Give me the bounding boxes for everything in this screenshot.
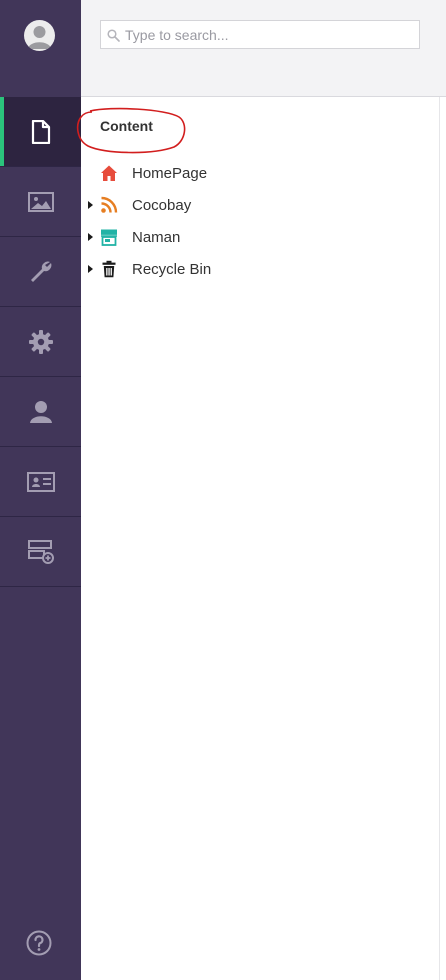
section-users[interactable] <box>0 377 81 447</box>
section-members[interactable] <box>0 447 81 517</box>
section-content[interactable] <box>0 97 81 167</box>
tree-panel-divider <box>439 97 440 980</box>
tree-node-recycle-bin[interactable]: Recycle Bin <box>81 254 439 284</box>
section-media[interactable] <box>0 167 81 237</box>
section-developer[interactable] <box>0 307 81 377</box>
trash-icon <box>102 260 116 278</box>
gear-icon <box>28 329 53 354</box>
tree-node-label: Cocobay <box>132 197 192 214</box>
tree-node-naman[interactable]: Naman <box>81 222 439 252</box>
tree-node-label: Recycle Bin <box>132 261 212 278</box>
store-icon <box>101 229 117 246</box>
user-avatar[interactable] <box>24 20 55 51</box>
document-icon <box>31 119 50 144</box>
avatar-person-icon <box>28 26 51 49</box>
section-sidebar <box>0 0 81 980</box>
tree-title: Content <box>100 118 153 134</box>
tree-node-label: HomePage <box>132 165 208 182</box>
tree-header <box>81 0 446 97</box>
tree-node-cocobay[interactable]: Cocobay <box>81 190 439 220</box>
expand-caret-icon[interactable] <box>88 201 93 209</box>
rss-icon <box>101 196 118 213</box>
tree-node-homepage[interactable]: HomePage <box>81 158 439 188</box>
tree-node-label: Naman <box>132 229 181 246</box>
form-add-icon <box>27 539 54 564</box>
id-card-icon <box>26 471 55 492</box>
expand-caret-icon[interactable] <box>88 265 93 273</box>
section-settings[interactable] <box>0 237 81 307</box>
user-icon <box>29 400 52 423</box>
search-box[interactable] <box>100 20 420 49</box>
search-icon <box>107 29 120 42</box>
help-icon[interactable] <box>26 930 52 956</box>
search-input[interactable] <box>125 21 415 48</box>
expand-caret-icon[interactable] <box>88 233 93 241</box>
wrench-icon <box>30 261 51 282</box>
home-icon <box>101 165 117 181</box>
image-icon <box>27 191 54 212</box>
section-forms[interactable] <box>0 517 81 587</box>
